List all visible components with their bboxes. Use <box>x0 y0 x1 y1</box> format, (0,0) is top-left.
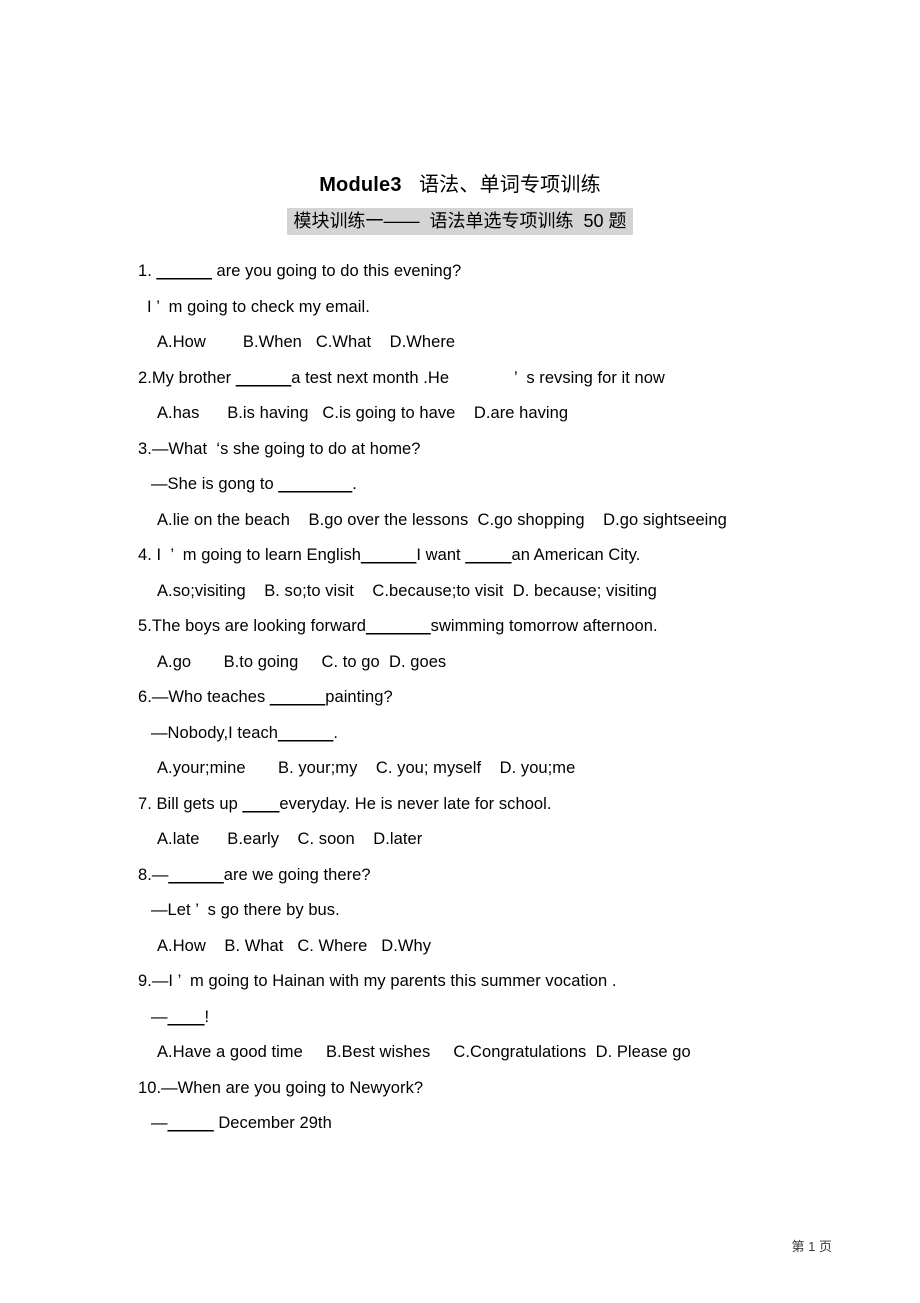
question-stem-text: 8.— <box>138 865 169 884</box>
question-item: 1. ______ are you going to do this eveni… <box>138 254 860 361</box>
question-stem: 9.—I ’ m going to Hainan with my parents… <box>138 972 617 990</box>
question-stem: 1. ______ are you going to do this eveni… <box>138 254 860 290</box>
question-options: A.your;mine B. your;my C. you; myself D.… <box>157 759 576 777</box>
question-reply: I ’ m going to check my email. <box>147 297 370 316</box>
question-item: 8.—______are we going there? —Let ’ s go… <box>138 858 860 965</box>
question-item: 10.—When are you going to Newyork? —____… <box>138 1071 860 1142</box>
question-stem-text: a test next month .He ’ s revsing for it… <box>291 368 665 387</box>
question-stem: 6.—Who teaches ______painting? <box>138 680 860 716</box>
title-subject-label: 语法、单词专项训练 <box>418 174 601 196</box>
question-options: A.has B.is having C.is going to have D.a… <box>157 404 569 422</box>
title-gap <box>402 174 419 196</box>
answer-blank: ______ <box>278 723 334 742</box>
answer-blank: ______ <box>269 688 326 706</box>
question-stem: 10.—When are you going to Newyork? <box>138 1078 424 1097</box>
answer-blank: _____ <box>465 546 512 564</box>
question-reply-text: ! <box>204 1007 210 1026</box>
answer-blank: _______ <box>366 617 431 635</box>
answer-blank: ______ <box>235 368 292 387</box>
question-stem-text: 4. I ’ m going to learn English <box>138 546 361 564</box>
question-stem: 2.My brother ______a test next month .He… <box>138 361 860 397</box>
question-options: A.Have a good time B.Best wishes C.Congr… <box>157 1043 691 1061</box>
answer-blank: ______ <box>168 865 224 884</box>
question-reply: —_____ December 29th <box>138 1106 860 1142</box>
question-item: 9.—I ’ m going to Hainan with my parents… <box>138 964 860 1071</box>
question-reply-text: —Nobody,I teach <box>151 723 279 742</box>
question-stem-text: are you going to do this evening? <box>211 262 462 280</box>
question-options: A.go B.to going C. to go D. goes <box>157 652 447 671</box>
question-stem-text: 5.The boys are looking forward <box>138 617 367 635</box>
question-options: A.so;visiting B. so;to visit C.because;t… <box>157 581 657 600</box>
question-stem-text: everyday. He is never late for school. <box>279 794 552 813</box>
question-stem: 7. Bill gets up ____everyday. He is neve… <box>138 787 860 823</box>
question-stem: 3.—What ‘s she going to do at home? <box>138 439 421 458</box>
question-options: A.late B.early C. soon D.later <box>157 830 423 848</box>
question-item: 4. I ’ m going to learn English______I w… <box>138 538 860 609</box>
question-reply: —Nobody,I teach______. <box>138 716 860 752</box>
question-stem-text: swimming tomorrow afternoon. <box>430 617 658 635</box>
question-stem: 4. I ’ m going to learn English______I w… <box>138 538 860 574</box>
question-list: 1. ______ are you going to do this eveni… <box>0 254 920 1142</box>
question-reply-text: . <box>352 475 357 493</box>
question-stem-text: I want <box>416 546 466 564</box>
question-reply: —She is gong to ________. <box>138 467 860 503</box>
question-reply: —Let ’ s go there by bus. <box>151 901 340 919</box>
question-options: A.lie on the beach B.go over the lessons… <box>157 510 727 529</box>
question-reply: —____! <box>138 1000 860 1036</box>
question-stem-text: 6.—Who teaches <box>138 688 270 706</box>
title-module-label: Module3 <box>319 174 402 196</box>
question-reply-text: . <box>333 723 339 742</box>
page-footer: 第 1 页 <box>791 1239 832 1254</box>
answer-blank: ____ <box>242 794 280 813</box>
question-options: A.How B. What C. Where D.Why <box>157 936 432 955</box>
document-title: Module3 语法、单词专项训练 <box>0 0 920 202</box>
question-reply-text: December 29th <box>213 1114 332 1132</box>
question-stem-text: an American City. <box>511 546 641 564</box>
question-item: 5.The boys are looking forward_______swi… <box>138 609 860 680</box>
answer-blank: ______ <box>156 262 212 280</box>
question-reply-text: —She is gong to <box>151 475 279 493</box>
answer-blank: ____ <box>167 1007 205 1026</box>
question-stem-text: 1. <box>138 262 157 280</box>
question-options: A.How B.When C.What D.Where <box>157 333 456 351</box>
question-stem-text: are we going there? <box>223 865 371 884</box>
answer-blank: ______ <box>361 546 417 564</box>
question-stem: 5.The boys are looking forward_______swi… <box>138 609 860 645</box>
document-body: Module3 语法、单词专项训练 模块训练一—— 语法单选专项训练 50 题 … <box>0 0 920 1142</box>
question-stem: 8.—______are we going there? <box>138 858 860 894</box>
question-item: 2.My brother ______a test next month .He… <box>138 361 860 432</box>
document-page: Module3 语法、单词专项训练 模块训练一—— 语法单选专项训练 50 题 … <box>0 0 920 1303</box>
question-item: 6.—Who teaches ______painting? —Nobody,I… <box>138 680 860 787</box>
document-subtitle: 模块训练一—— 语法单选专项训练 50 题 <box>0 206 920 238</box>
subtitle-highlight: 模块训练一—— 语法单选专项训练 50 题 <box>287 208 633 235</box>
question-stem-text: painting? <box>325 688 393 706</box>
question-item: 3.—What ‘s she going to do at home? —She… <box>138 432 860 539</box>
question-item: 7. Bill gets up ____everyday. He is neve… <box>138 787 860 858</box>
question-reply-text: — <box>151 1007 168 1026</box>
answer-blank: _____ <box>167 1114 214 1132</box>
answer-blank: ________ <box>278 475 353 493</box>
question-reply-text: — <box>151 1114 168 1132</box>
question-stem-text: 7. Bill gets up <box>138 794 243 813</box>
question-stem-text: 2.My brother <box>138 368 236 387</box>
